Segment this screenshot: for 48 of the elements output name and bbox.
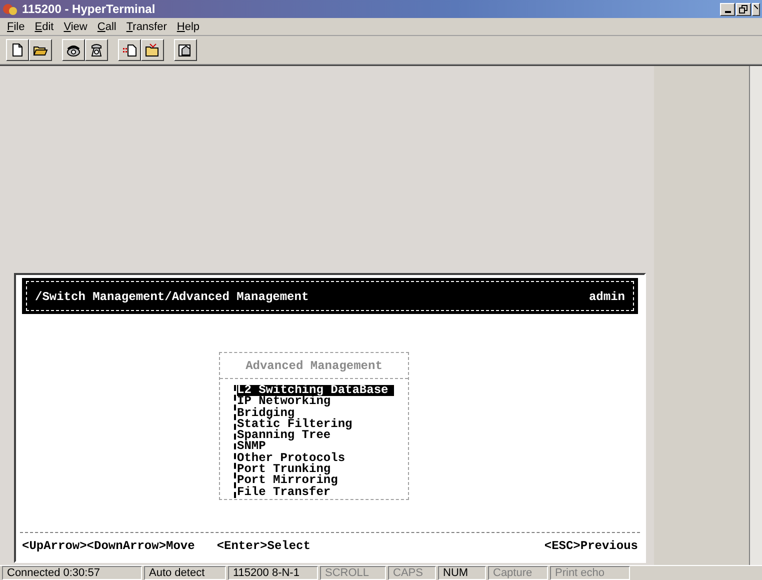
menu-option[interactable]: SNMP [237,441,394,453]
window-title: 115200 - HyperTerminal [22,2,156,16]
menu-option[interactable]: File Transfer [237,486,394,498]
menu-option[interactable]: Port Trunking [237,464,394,476]
menu-option[interactable]: IP Networking [237,396,394,408]
new-document-icon [10,43,25,57]
desk-phone-icon [89,43,104,57]
menu-path: /Switch Management/Advanced Management [35,290,309,304]
scrollbar[interactable] [749,66,762,565]
menu-option[interactable]: Spanning Tree [237,430,394,442]
folder-button[interactable] [29,39,52,61]
menu-item[interactable]: File [2,20,30,32]
document-send-icon [122,43,137,57]
properties-button[interactable] [174,39,197,61]
folder-receive-button[interactable] [141,39,164,61]
app-icon [2,2,18,16]
menu-option[interactable]: L2 Switching DataBase [237,385,394,396]
key-hint: <UpArrow><DownArrow>Move [22,539,195,553]
folder-receive-icon [145,43,160,57]
status-panel: NUM [438,566,486,580]
status-panel: Auto detect [144,566,226,580]
menu-title: Advanced Management [220,353,408,379]
menu-item[interactable]: View [58,20,92,32]
status-panel: Capture [488,566,548,580]
properties-icon [178,43,193,57]
menu-option[interactable]: Bridging [237,408,394,419]
menu-option[interactable]: Port Mirroring [237,475,394,487]
status-panel: CAPS [388,566,436,580]
key-hint: <ESC>Previous [544,539,638,553]
close-button[interactable] [752,2,760,16]
document-send-button[interactable] [118,39,141,61]
restore-button[interactable] [736,2,751,16]
menu-option[interactable]: Static Filtering [237,418,394,430]
user-name: admin [588,290,625,304]
menu-item[interactable]: Call [92,20,122,32]
new-document-button[interactable] [6,39,29,61]
menu-item[interactable]: Transfer [121,20,172,32]
key-hint: <Enter>Select [216,539,310,553]
menu-item[interactable]: Help [172,20,205,32]
restore-icon [739,4,748,14]
status-panel: Print echo [550,566,630,580]
status-panel: SCROLL [320,566,386,580]
menu-item[interactable]: Edit [30,20,59,32]
status-panel: Connected 0:30:57 [2,566,142,580]
minimize-button[interactable] [720,2,735,16]
desk-phone-button[interactable] [85,39,108,61]
status-panel: 115200 8-N-1 [228,566,318,580]
menu-option[interactable]: Other Protocols [237,452,394,464]
